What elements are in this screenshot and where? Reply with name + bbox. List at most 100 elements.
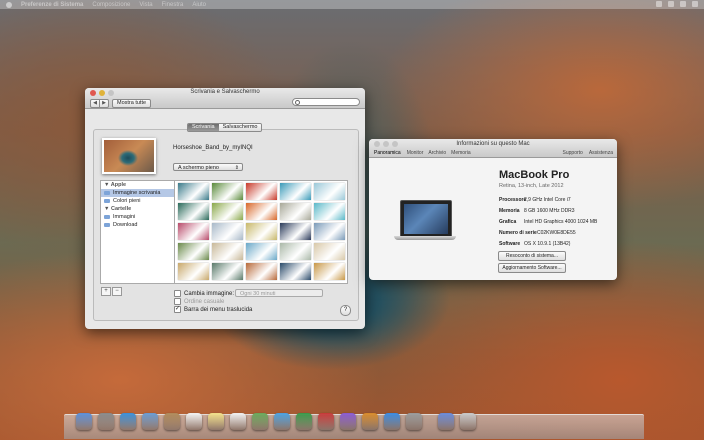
wallpaper-thumbnail[interactable]	[212, 183, 243, 200]
wallpaper-thumbnail[interactable]	[178, 243, 209, 260]
wallpaper-thumbnail[interactable]	[280, 263, 311, 280]
contacts-icon[interactable]	[164, 413, 180, 430]
calendar-icon[interactable]	[186, 413, 202, 430]
wallpaper-thumbnail[interactable]	[178, 223, 209, 240]
add-folder-button[interactable]: +	[101, 287, 111, 296]
tab-memory[interactable]: Memoria	[451, 150, 470, 156]
wallpaper-thumbnail[interactable]	[314, 203, 345, 220]
menu-vista[interactable]: Vista	[139, 2, 152, 8]
change-picture-checkbox[interactable]: Cambia immagine:	[174, 290, 234, 297]
desktop-screensaver-window: Scrivania e Salvaschermo ◀ ▶ Mostra tutt…	[85, 88, 365, 329]
laptop-screen	[400, 200, 452, 238]
macbook-image	[394, 200, 456, 248]
wallpaper-thumbnail[interactable]	[212, 203, 243, 220]
segmented-tabs: Scrivania Salvaschermo	[187, 123, 263, 132]
wallpaper-thumbnail[interactable]	[178, 203, 209, 220]
window-titlebar[interactable]: Informazioni su questo Mac Panoramica Mo…	[369, 139, 617, 158]
dock-icons	[76, 413, 476, 430]
current-wallpaper-preview	[102, 138, 156, 174]
wifi-icon[interactable]	[656, 1, 662, 7]
about-links: Supporto Assistenza	[563, 150, 613, 156]
source-item-downloads[interactable]: Download	[101, 221, 174, 229]
back-icon[interactable]: ◀	[91, 100, 99, 107]
apple-menu-icon[interactable]	[6, 1, 12, 8]
source-group-folders[interactable]: ▼ Cartelle	[101, 205, 174, 213]
service-link[interactable]: Assistenza	[589, 150, 613, 156]
remove-folder-button[interactable]: −	[112, 287, 122, 296]
facetime-icon[interactable]	[296, 413, 312, 430]
wallpaper-thumbnail[interactable]	[314, 223, 345, 240]
tab-storage[interactable]: Archivio	[428, 150, 446, 156]
tab-desktop[interactable]: Scrivania	[188, 124, 219, 131]
source-item-solid-colors[interactable]: Colori pieni	[101, 197, 174, 205]
system-preferences-icon[interactable]	[406, 413, 422, 430]
spec-list: Processore 2,9 GHz Intel Core i7 Memoria 8…	[499, 197, 597, 252]
fit-select[interactable]: A schermo pieno ⇕	[173, 163, 243, 171]
app-store-icon[interactable]	[384, 413, 400, 430]
menu-app-name[interactable]: Preferenze di Sistema	[21, 2, 83, 8]
spotlight-icon[interactable]	[692, 1, 698, 7]
source-list-buttons: + −	[101, 287, 122, 296]
tab-displays[interactable]: Monitor	[407, 150, 424, 156]
spec-row: Grafica Intel HD Graphics 4000 1024 MB	[499, 219, 598, 225]
about-this-mac-window: Informazioni su questo Mac Panoramica Mo…	[369, 139, 617, 280]
window-titlebar[interactable]: Scrivania e Salvaschermo ◀ ▶ Mostra tutt…	[85, 88, 365, 109]
product-name: MacBook Pro	[499, 169, 570, 181]
show-all-button[interactable]: Mostra tutte	[112, 99, 152, 108]
finder-icon[interactable]	[76, 413, 92, 430]
maps-icon[interactable]	[252, 413, 268, 430]
notes-icon[interactable]	[208, 413, 224, 430]
translucent-menu-checkbox[interactable]: ✓ Barra dei menu traslucida	[174, 306, 252, 313]
search-icon	[295, 100, 300, 105]
wallpaper-thumbnail[interactable]	[280, 203, 311, 220]
wallpaper-thumbnail[interactable]	[212, 223, 243, 240]
wallpaper-thumbnail[interactable]	[246, 223, 277, 240]
wallpaper-thumbnail[interactable]	[212, 243, 243, 260]
source-group-apple[interactable]: ▼ Apple	[101, 181, 174, 189]
random-order-checkbox[interactable]: Ordine casuale	[174, 298, 224, 305]
wallpaper-thumbnail[interactable]	[212, 263, 243, 280]
volume-icon[interactable]	[668, 1, 674, 7]
launchpad-icon[interactable]	[98, 413, 114, 430]
itunes-icon[interactable]	[340, 413, 356, 430]
tab-overview[interactable]: Panoramica	[373, 150, 402, 156]
spec-row: Processore 2,9 GHz Intel Core i7	[499, 197, 571, 203]
wallpaper-thumbnail[interactable]	[246, 183, 277, 200]
photo-booth-icon[interactable]	[318, 413, 334, 430]
tab-screensaver[interactable]: Salvaschermo	[218, 124, 262, 131]
ibooks-icon[interactable]	[362, 413, 378, 430]
help-button[interactable]: ?	[340, 305, 351, 316]
window-title: Informazioni su questo Mac	[456, 141, 530, 147]
menu-finestra[interactable]: Finestra	[162, 2, 184, 8]
reminders-icon[interactable]	[230, 413, 246, 430]
wallpaper-thumbnail[interactable]	[314, 183, 345, 200]
safari-icon[interactable]	[120, 413, 136, 430]
source-item-pictures[interactable]: Immagini	[101, 213, 174, 221]
wallpaper-thumbnail[interactable]	[280, 223, 311, 240]
menu-aiuto[interactable]: Aiuto	[192, 2, 206, 8]
battery-icon[interactable]	[680, 1, 686, 7]
wallpaper-thumbnail[interactable]	[280, 183, 311, 200]
checkbox-box	[174, 290, 181, 297]
wallpaper-thumbnail[interactable]	[280, 243, 311, 260]
wallpaper-thumbnail[interactable]	[314, 263, 345, 280]
wallpaper-thumbnail[interactable]	[178, 183, 209, 200]
support-link[interactable]: Supporto	[563, 150, 583, 156]
wallpaper-thumbnail[interactable]	[246, 263, 277, 280]
forward-icon[interactable]: ▶	[99, 100, 108, 107]
wallpaper-thumbnail[interactable]	[314, 243, 345, 260]
wallpaper-thumbnail[interactable]	[246, 243, 277, 260]
interval-select[interactable]: Ogni 30 minuti	[235, 289, 323, 297]
trash-icon[interactable]	[460, 413, 476, 430]
downloads-icon[interactable]	[438, 413, 454, 430]
folder-icon	[104, 199, 110, 203]
mail-icon[interactable]	[142, 413, 158, 430]
software-update-button[interactable]: Aggiornamento Software...	[498, 263, 566, 273]
system-report-button[interactable]: Resoconto di sistema...	[498, 251, 566, 261]
search-input[interactable]	[292, 98, 360, 106]
source-item-desktop-pictures[interactable]: Immagine scrivania	[101, 189, 174, 197]
messages-icon[interactable]	[274, 413, 290, 430]
wallpaper-thumbnail[interactable]	[246, 203, 277, 220]
wallpaper-thumbnail[interactable]	[178, 263, 209, 280]
menu-composizione[interactable]: Composizione	[92, 2, 130, 8]
